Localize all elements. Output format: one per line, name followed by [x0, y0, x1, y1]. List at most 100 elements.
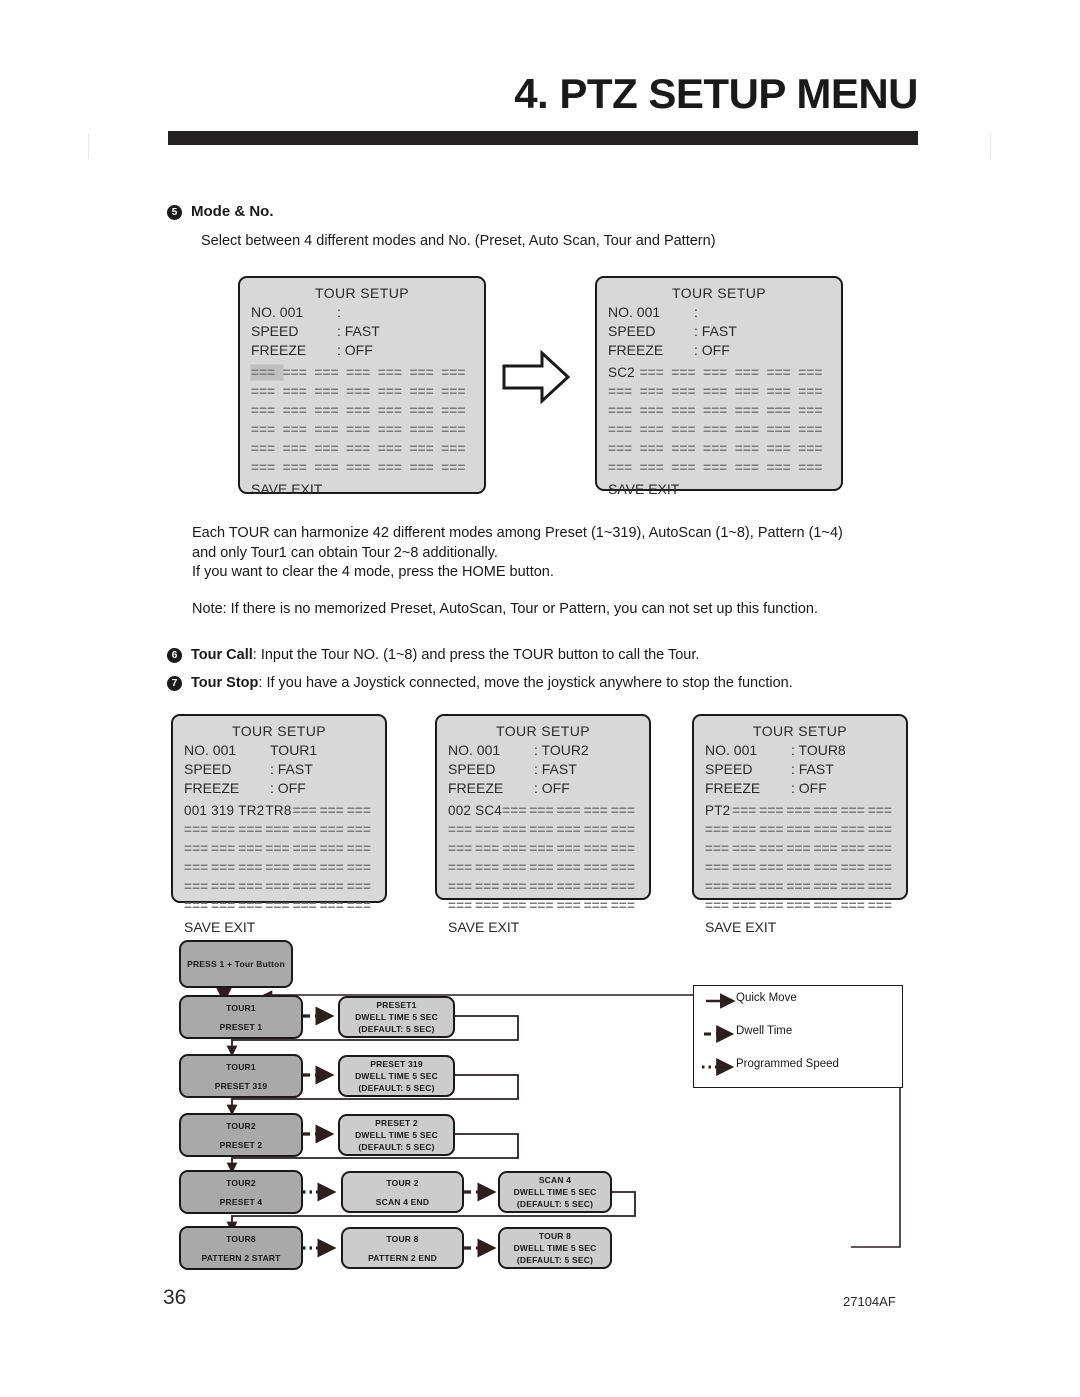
osd-mode-cell[interactable]: ===	[703, 422, 735, 437]
osd-row-no[interactable]: NO. 001:	[240, 303, 484, 322]
osd-mode-cell[interactable]: ===	[786, 841, 813, 856]
osd-mode-cell[interactable]: ===	[841, 822, 868, 837]
osd-mode-cell[interactable]: ===	[441, 384, 473, 399]
osd-mode-cell[interactable]: ===	[767, 384, 799, 399]
osd-mode-cell[interactable]: ===	[671, 422, 703, 437]
osd-mode-cell[interactable]: ===	[283, 422, 315, 437]
osd-mode-cell[interactable]: ===	[557, 822, 584, 837]
osd-mode-cell[interactable]: ===	[314, 441, 346, 456]
osd-mode-cell[interactable]: ===	[320, 822, 347, 837]
osd-mode-cell[interactable]: ===	[841, 860, 868, 875]
osd-mode-cell[interactable]: ===	[759, 860, 786, 875]
osd-mode-cell[interactable]: ===	[671, 441, 703, 456]
osd-mode-cell[interactable]: ===	[238, 860, 265, 875]
osd-mode-cell[interactable]: ===	[346, 422, 378, 437]
osd-mode-cell[interactable]: ===	[732, 879, 759, 894]
osd-row-freeze[interactable]: FREEZE: OFF	[240, 341, 484, 360]
osd-mode-cell[interactable]: ===	[584, 841, 611, 856]
osd-row-no[interactable]: NO. 001 TOUR1	[173, 741, 385, 760]
osd-mode-cell[interactable]: ===	[814, 879, 841, 894]
osd-mode-cell[interactable]: ===	[448, 860, 475, 875]
osd-row-no[interactable]: NO. 001: TOUR8	[694, 741, 906, 760]
osd-mode-cell[interactable]: ===	[283, 460, 315, 475]
osd-row-no[interactable]: NO. 001: TOUR2	[437, 741, 649, 760]
osd-mode-cell[interactable]: ===	[732, 898, 759, 913]
osd-mode-cell[interactable]: ===	[640, 384, 672, 399]
osd-mode-cell[interactable]: ===	[767, 460, 799, 475]
osd-mode-cell[interactable]: ===	[584, 879, 611, 894]
osd-mode-cell[interactable]: ===	[265, 879, 292, 894]
osd-mode-cell[interactable]: TR8	[265, 803, 292, 818]
osd-row-speed[interactable]: SPEED: FAST	[437, 760, 649, 779]
osd-mode-cell[interactable]: ===	[184, 822, 211, 837]
osd-mode-cell[interactable]: ===	[705, 841, 732, 856]
osd-mode-cell[interactable]: ===	[868, 879, 895, 894]
osd-mode-cell[interactable]: ===	[410, 384, 442, 399]
osd-mode-cell[interactable]: ===	[448, 841, 475, 856]
osd-mode-cell[interactable]: ===	[557, 860, 584, 875]
osd-mode-cell[interactable]: ===	[584, 822, 611, 837]
osd-mode-cell[interactable]: ===	[265, 898, 292, 913]
osd-mode-cell[interactable]: ===	[346, 403, 378, 418]
osd-mode-cell[interactable]: ===	[502, 841, 529, 856]
osd-mode-cell[interactable]: SC4	[475, 803, 502, 818]
osd-mode-cell[interactable]: ===	[735, 384, 767, 399]
osd-mode-cell[interactable]: ===	[786, 822, 813, 837]
osd-mode-cell[interactable]: ===	[671, 365, 703, 380]
osd-mode-cell[interactable]: ===	[293, 879, 320, 894]
osd-mode-cell[interactable]: ===	[320, 879, 347, 894]
osd-mode-cell[interactable]: ===	[732, 841, 759, 856]
osd-mode-cell[interactable]: ===	[640, 403, 672, 418]
osd-mode-cell[interactable]: ===	[314, 365, 346, 380]
osd-mode-cell[interactable]: ===	[320, 898, 347, 913]
osd-mode-cell[interactable]: ===	[735, 403, 767, 418]
osd-mode-cell[interactable]: ===	[529, 898, 556, 913]
osd-mode-cell[interactable]: ===	[441, 460, 473, 475]
osd-mode-cell[interactable]: ===	[448, 879, 475, 894]
osd-mode-cell[interactable]: ===	[378, 422, 410, 437]
osd-mode-cell[interactable]: ===	[868, 841, 895, 856]
osd-mode-cell[interactable]: ===	[611, 860, 638, 875]
osd-mode-cell[interactable]: ===	[347, 841, 374, 856]
osd-footer-save-exit[interactable]: SAVE EXIT	[240, 481, 484, 497]
osd-mode-cell[interactable]: ===	[640, 441, 672, 456]
osd-mode-cell[interactable]: ===	[786, 898, 813, 913]
osd-mode-cell[interactable]: ===	[611, 898, 638, 913]
osd-footer-save-exit[interactable]: SAVE EXIT	[437, 919, 649, 935]
osd-row-speed[interactable]: SPEED: FAST	[597, 322, 841, 341]
osd-mode-cell[interactable]: 002	[448, 803, 475, 818]
osd-row-speed[interactable]: SPEED: FAST	[173, 760, 385, 779]
osd-mode-cell[interactable]: ===	[703, 384, 735, 399]
osd-mode-cell[interactable]: ===	[759, 898, 786, 913]
osd-mode-cell[interactable]: ===	[705, 860, 732, 875]
osd-mode-cell[interactable]: ===	[346, 460, 378, 475]
osd-mode-cell[interactable]: ===	[735, 365, 767, 380]
osd-mode-cell[interactable]: ===	[211, 898, 238, 913]
osd-mode-cell[interactable]: ===	[320, 841, 347, 856]
osd-mode-cell[interactable]: ===	[759, 822, 786, 837]
osd-mode-cell[interactable]: ===	[314, 422, 346, 437]
osd-mode-cell[interactable]: ===	[584, 803, 611, 818]
osd-mode-cell[interactable]: ===	[211, 822, 238, 837]
osd-mode-cell[interactable]: ===	[283, 365, 315, 380]
osd-mode-cell[interactable]: ===	[347, 822, 374, 837]
osd-mode-cell[interactable]: ===	[410, 422, 442, 437]
osd-mode-cell[interactable]: ===	[378, 384, 410, 399]
osd-mode-cell[interactable]: ===	[584, 860, 611, 875]
osd-mode-cell[interactable]: ===	[502, 898, 529, 913]
osd-mode-cell[interactable]: ===	[608, 422, 640, 437]
osd-mode-cell[interactable]: ===	[557, 898, 584, 913]
osd-mode-cell[interactable]: ===	[868, 803, 895, 818]
osd-mode-cell[interactable]: ===	[475, 841, 502, 856]
osd-mode-cell[interactable]: ===	[283, 441, 315, 456]
osd-mode-cell[interactable]: ===	[705, 898, 732, 913]
osd-mode-cell[interactable]: ===	[611, 822, 638, 837]
osd-mode-cell[interactable]: ===	[314, 384, 346, 399]
osd-mode-cell[interactable]: ===	[211, 860, 238, 875]
osd-mode-cell[interactable]: ===	[314, 403, 346, 418]
osd-mode-cell[interactable]: ===	[529, 841, 556, 856]
osd-mode-cell[interactable]: ===	[238, 898, 265, 913]
osd-mode-cell[interactable]: ===	[211, 841, 238, 856]
osd-mode-cell[interactable]: ===	[347, 860, 374, 875]
osd-mode-cell[interactable]: ===	[640, 365, 672, 380]
